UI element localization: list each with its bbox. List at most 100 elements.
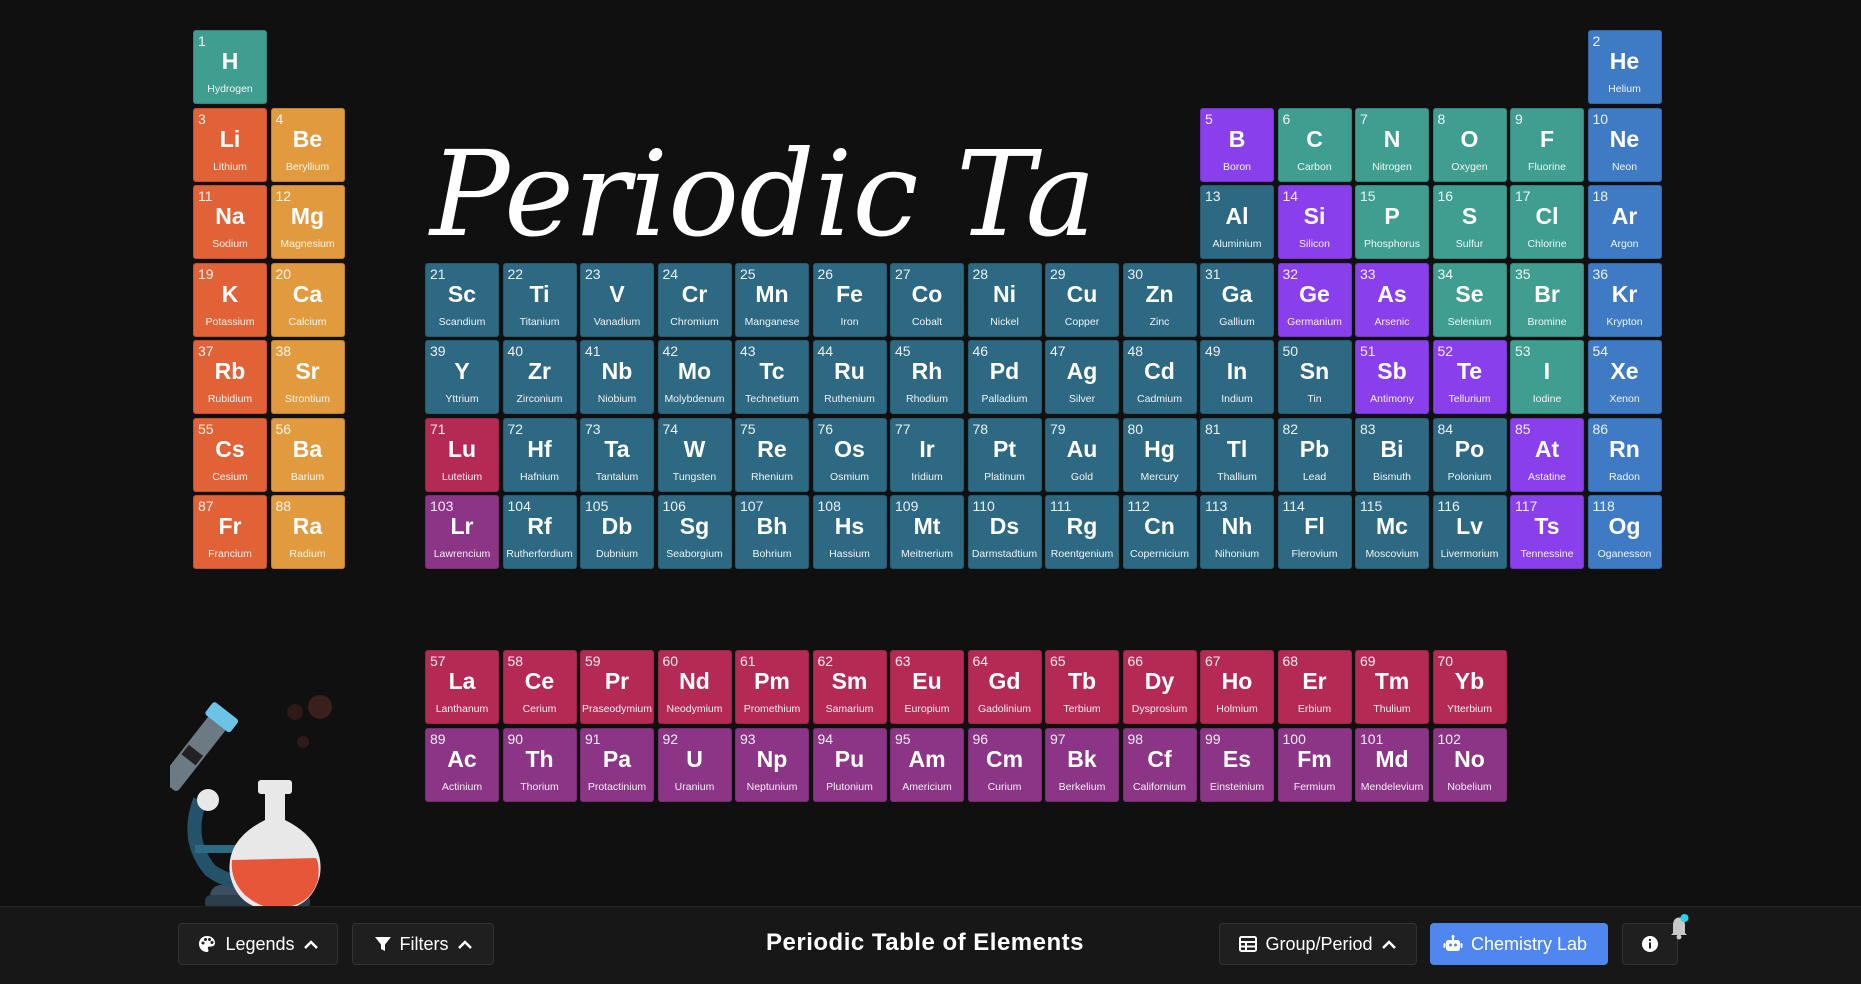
bell-icon[interactable] [1663,911,1695,941]
element-cell-cn[interactable]: 112 Cn Copernicium [1122,495,1197,569]
element-cell-n[interactable]: 7 N Nitrogen [1355,107,1429,182]
element-cell-fl[interactable]: 114 Fl Flerovium [1277,495,1352,569]
chemistry-lab-button[interactable]: Chemistry Lab [1430,923,1608,965]
element-cell-pm[interactable]: 61 Pm Promethium [735,650,809,724]
element-cell-mg[interactable]: 12 Mg Magnesium [270,185,345,259]
element-cell-ts[interactable]: 117 Ts Tennessine [1510,495,1584,569]
element-cell-cd[interactable]: 48 Cd Cadmium [1122,340,1197,414]
element-cell-ta[interactable]: 73 Ta Tantalum [580,417,654,492]
element-cell-dy[interactable]: 66 Dy Dysprosium [1122,650,1197,724]
element-cell-np[interactable]: 93 Np Neptunium [735,727,809,802]
element-cell-as[interactable]: 33 As Arsenic [1355,262,1429,337]
element-cell-br[interactable]: 35 Br Bromine [1510,262,1584,337]
element-cell-au[interactable]: 79 Au Gold [1045,417,1119,492]
element-cell-tb[interactable]: 65 Tb Terbium [1045,650,1119,724]
element-cell-kr[interactable]: 36 Kr Krypton [1587,262,1662,337]
element-cell-yb[interactable]: 70 Yb Ytterbium [1432,650,1507,724]
element-cell-c[interactable]: 6 C Carbon [1277,107,1352,182]
element-cell-zr[interactable]: 40 Zr Zirconium [502,340,577,414]
filters-button[interactable]: Filters [352,923,494,965]
element-cell-er[interactable]: 68 Er Erbium [1277,650,1352,724]
legends-button[interactable]: Legends [178,923,338,965]
element-cell-na[interactable]: 11 Na Sodium [193,185,267,259]
element-cell-pb[interactable]: 82 Pb Lead [1277,417,1352,492]
element-cell-rg[interactable]: 111 Rg Roentgenium [1045,495,1119,569]
element-cell-sb[interactable]: 51 Sb Antimony [1355,340,1429,414]
element-cell-fe[interactable]: 26 Fe Iron [812,262,887,337]
element-cell-he[interactable]: 2 He Helium [1587,30,1662,104]
element-cell-nd[interactable]: 60 Nd Neodymium [657,650,732,724]
element-cell-rb[interactable]: 37 Rb Rubidium [193,340,267,414]
element-cell-fr[interactable]: 87 Fr Francium [193,495,267,569]
element-cell-tc[interactable]: 43 Tc Technetium [735,340,809,414]
element-cell-pd[interactable]: 46 Pd Palladium [967,340,1042,414]
element-cell-ca[interactable]: 20 Ca Calcium [270,262,345,337]
element-cell-lv[interactable]: 116 Lv Livermorium [1432,495,1507,569]
element-cell-ba[interactable]: 56 Ba Barium [270,417,345,492]
element-cell-f[interactable]: 9 F Fluorine [1510,107,1584,182]
element-cell-am[interactable]: 95 Am Americium [890,727,964,802]
element-cell-ne[interactable]: 10 Ne Neon [1587,107,1662,182]
element-cell-mc[interactable]: 115 Mc Moscovium [1355,495,1429,569]
element-cell-cs[interactable]: 55 Cs Cesium [193,417,267,492]
element-cell-zn[interactable]: 30 Zn Zinc [1122,262,1197,337]
element-cell-ac[interactable]: 89 Ac Actinium [425,727,499,802]
element-cell-ds[interactable]: 110 Ds Darmstadtium [967,495,1042,569]
element-cell-tm[interactable]: 69 Tm Thulium [1355,650,1429,724]
element-cell-bi[interactable]: 83 Bi Bismuth [1355,417,1429,492]
element-cell-pr[interactable]: 59 Pr Praseodymium [580,650,654,724]
element-cell-po[interactable]: 84 Po Polonium [1432,417,1507,492]
element-cell-ir[interactable]: 77 Ir Iridium [890,417,964,492]
element-cell-no[interactable]: 102 No Nobelium [1432,727,1507,802]
element-cell-o[interactable]: 8 O Oxygen [1432,107,1507,182]
element-cell-db[interactable]: 105 Db Dubnium [580,495,654,569]
element-cell-cf[interactable]: 98 Cf Californium [1122,727,1197,802]
element-cell-bk[interactable]: 97 Bk Berkelium [1045,727,1119,802]
element-cell-at[interactable]: 85 At Astatine [1510,417,1584,492]
element-cell-la[interactable]: 57 La Lanthanum [425,650,499,724]
element-cell-gd[interactable]: 64 Gd Gadolinium [967,650,1042,724]
element-cell-mn[interactable]: 25 Mn Manganese [735,262,809,337]
element-cell-ge[interactable]: 32 Ge Germanium [1277,262,1352,337]
element-cell-pu[interactable]: 94 Pu Plutonium [812,727,887,802]
element-cell-ce[interactable]: 58 Ce Cerium [502,650,577,724]
element-cell-cr[interactable]: 24 Cr Chromium [657,262,732,337]
element-cell-co[interactable]: 27 Co Cobalt [890,262,964,337]
element-cell-pa[interactable]: 91 Pa Protactinium [580,727,654,802]
element-cell-es[interactable]: 99 Es Einsteinium [1200,727,1274,802]
element-cell-ru[interactable]: 44 Ru Ruthenium [812,340,887,414]
element-cell-in[interactable]: 49 In Indium [1200,340,1274,414]
element-cell-ti[interactable]: 22 Ti Titanium [502,262,577,337]
element-cell-re[interactable]: 75 Re Rhenium [735,417,809,492]
element-cell-s[interactable]: 16 S Sulfur [1432,185,1507,259]
element-cell-b[interactable]: 5 B Boron [1200,107,1274,182]
element-cell-ar[interactable]: 18 Ar Argon [1587,185,1662,259]
element-cell-si[interactable]: 14 Si Silicon [1277,185,1352,259]
group-period-button[interactable]: Group/Period [1219,923,1417,965]
element-cell-nb[interactable]: 41 Nb Niobium [580,340,654,414]
element-cell-sc[interactable]: 21 Sc Scandium [425,262,499,337]
element-cell-th[interactable]: 90 Th Thorium [502,727,577,802]
element-cell-ni[interactable]: 28 Ni Nickel [967,262,1042,337]
element-cell-sg[interactable]: 106 Sg Seaborgium [657,495,732,569]
element-cell-te[interactable]: 52 Te Tellurium [1432,340,1507,414]
element-cell-y[interactable]: 39 Y Yttrium [425,340,499,414]
element-cell-hg[interactable]: 80 Hg Mercury [1122,417,1197,492]
element-cell-md[interactable]: 101 Md Mendelevium [1355,727,1429,802]
element-cell-al[interactable]: 13 Al Aluminium [1200,185,1274,259]
element-cell-rh[interactable]: 45 Rh Rhodium [890,340,964,414]
element-cell-ra[interactable]: 88 Ra Radium [270,495,345,569]
element-cell-xe[interactable]: 54 Xe Xenon [1587,340,1662,414]
element-cell-i[interactable]: 53 I Iodine [1510,340,1584,414]
element-cell-k[interactable]: 19 K Potassium [193,262,267,337]
element-cell-ag[interactable]: 47 Ag Silver [1045,340,1119,414]
element-cell-cu[interactable]: 29 Cu Copper [1045,262,1119,337]
element-cell-v[interactable]: 23 V Vanadium [580,262,654,337]
element-cell-og[interactable]: 118 Og Oganesson [1587,495,1662,569]
element-cell-h[interactable]: 1 H Hydrogen [193,30,267,104]
element-cell-p[interactable]: 15 P Phosphorus [1355,185,1429,259]
element-cell-u[interactable]: 92 U Uranium [657,727,732,802]
element-cell-os[interactable]: 76 Os Osmium [812,417,887,492]
element-cell-hf[interactable]: 72 Hf Hafnium [502,417,577,492]
element-cell-sm[interactable]: 62 Sm Samarium [812,650,887,724]
